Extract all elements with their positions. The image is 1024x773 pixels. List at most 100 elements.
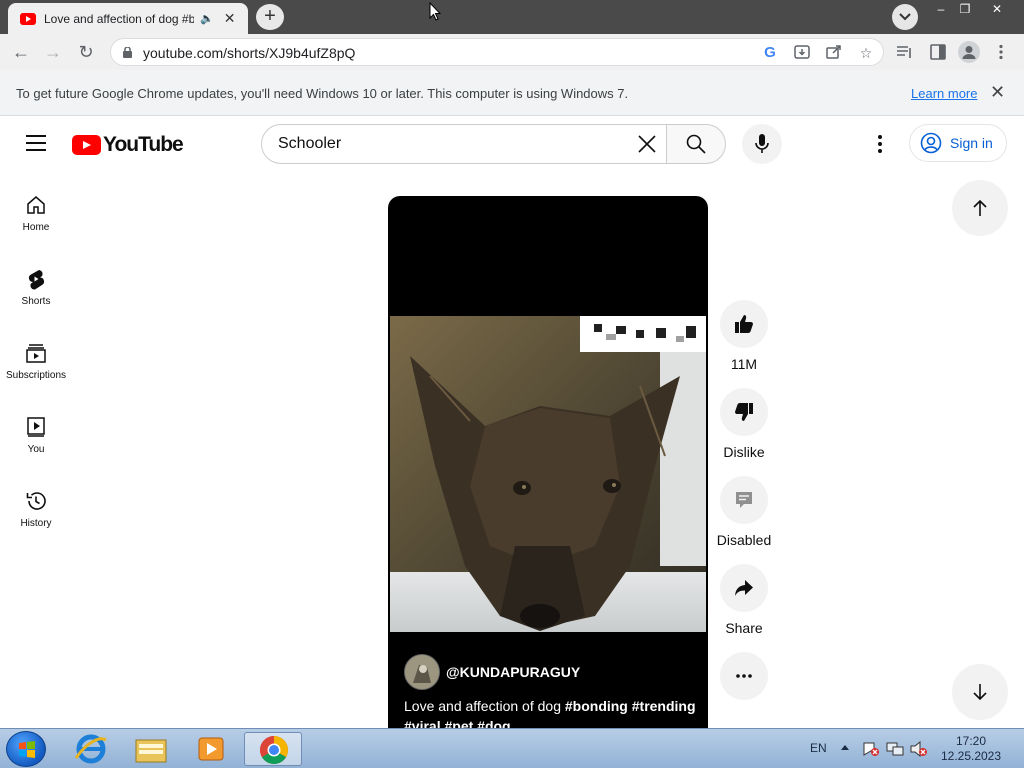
guide-label: Shorts <box>21 296 51 307</box>
back-button[interactable]: ← <box>10 41 32 63</box>
restore-button[interactable]: ❐ <box>952 0 978 18</box>
thumbs-up-icon <box>735 315 753 333</box>
tab-title: Love and affection of dog #bonding #tren… <box>44 11 194 26</box>
clock-time: 17:20 <box>955 734 987 748</box>
chevron-down-icon <box>899 13 911 21</box>
youtube-logo[interactable]: YouTube <box>72 133 184 157</box>
caption-text: Love and affection of dog <box>404 698 561 714</box>
more-actions-button[interactable] <box>716 652 772 700</box>
thumbs-down-icon <box>735 403 753 421</box>
share-label: Share <box>725 620 763 636</box>
start-button[interactable] <box>6 731 46 767</box>
address-bar[interactable]: youtube.com/shorts/XJ9b4ufZ8pQ G ☆ <box>110 38 884 66</box>
clear-search-icon[interactable] <box>636 133 658 155</box>
hashtags-line2[interactable]: #viral #pet #dog <box>404 718 511 728</box>
comments-icon <box>736 492 752 508</box>
like-count: 11M <box>730 356 758 372</box>
browser-toolbar: ← → ↻ youtube.com/shorts/XJ9b4ufZ8pQ G ☆ <box>0 34 1024 70</box>
dislike-button[interactable]: Dislike <box>716 388 772 460</box>
windows-taskbar: EN 17:20 12.25.2023 <box>0 728 1024 768</box>
voice-search-button[interactable] <box>742 124 782 164</box>
short-caption[interactable]: Love and affection of dog #bonding #tren… <box>404 696 700 728</box>
guide-label: Subscriptions <box>5 370 67 381</box>
guide-label: History <box>20 518 52 529</box>
minimize-button[interactable]: – <box>928 0 954 18</box>
more-circle[interactable] <box>720 652 768 700</box>
lock-icon[interactable] <box>123 47 132 58</box>
home-icon <box>27 196 45 214</box>
dislike-circle[interactable] <box>720 388 768 436</box>
file-explorer-icon[interactable] <box>122 732 180 766</box>
window-close-button[interactable]: ✕ <box>984 0 1010 18</box>
guide-item-history[interactable]: History <box>0 490 72 554</box>
channel-info[interactable]: @KUNDAPURAGUY <box>404 654 580 690</box>
comments-circle[interactable] <box>720 476 768 524</box>
show-hidden-icons-icon[interactable] <box>840 743 850 751</box>
browser-tab[interactable]: Love and affection of dog #bonding #tren… <box>8 3 248 34</box>
share-icon[interactable] <box>825 44 843 62</box>
search-input[interactable]: Schooler <box>261 124 667 164</box>
guide-item-you[interactable]: You <box>0 416 72 480</box>
url-text[interactable]: youtube.com/shorts/XJ9b4ufZ8pQ <box>143 45 355 61</box>
sign-in-button[interactable]: Sign in <box>909 124 1007 162</box>
menu-hamburger-icon[interactable] <box>26 135 46 151</box>
microphone-icon <box>755 134 769 153</box>
forward-button[interactable]: → <box>42 41 64 63</box>
settings-more-icon[interactable] <box>870 133 890 155</box>
account-circle-icon <box>920 132 942 154</box>
you-icon <box>27 417 45 437</box>
hashtags-line1[interactable]: #bonding #trending <box>565 698 696 714</box>
install-icon[interactable] <box>793 44 811 62</box>
new-tab-button[interactable]: + <box>256 4 284 30</box>
guide-item-home[interactable]: Home <box>0 194 72 258</box>
clock-date: 12.25.2023 <box>940 749 1002 763</box>
shorts-player[interactable]: @KUNDAPURAGUY Love and affection of dog … <box>388 196 708 728</box>
like-button[interactable]: 11M <box>716 300 772 372</box>
side-panel-icon[interactable] <box>930 44 946 60</box>
guide-item-shorts[interactable]: Shorts <box>0 268 72 332</box>
update-infobar: To get future Google Chrome updates, you… <box>0 70 1024 116</box>
infobar-close-button[interactable]: ✕ <box>990 82 1005 103</box>
system-clock[interactable]: 17:20 12.25.2023 <box>936 734 1006 764</box>
share-button[interactable]: Share <box>716 564 772 636</box>
media-player-icon[interactable] <box>182 732 240 766</box>
comments-label: Disabled <box>716 532 772 548</box>
share-circle[interactable] <box>720 564 768 612</box>
windows-logo-icon <box>19 741 35 758</box>
google-lens-icon[interactable]: G <box>761 44 779 62</box>
speaker-icon[interactable]: 🔈 <box>200 12 214 25</box>
chrome-menu-icon[interactable] <box>998 44 1004 60</box>
dislike-label: Dislike <box>723 444 765 460</box>
search-query-text: Schooler <box>278 135 342 152</box>
comments-button[interactable]: Disabled <box>716 476 772 548</box>
subscriptions-icon <box>26 344 46 363</box>
reading-list-icon[interactable] <box>896 44 914 60</box>
channel-name[interactable]: @KUNDAPURAGUY <box>446 664 580 680</box>
tab-close-button[interactable]: ✕ <box>224 10 236 27</box>
tab-search-button[interactable] <box>892 4 918 30</box>
like-circle[interactable] <box>720 300 768 348</box>
bookmark-star-icon[interactable]: ☆ <box>857 44 875 62</box>
volume-muted-icon[interactable] <box>910 741 928 757</box>
next-short-button[interactable] <box>952 664 1008 720</box>
search-button[interactable] <box>666 124 726 164</box>
history-icon <box>26 492 46 510</box>
action-center-icon[interactable] <box>862 741 880 757</box>
learn-more-link[interactable]: Learn more <box>911 86 977 101</box>
chrome-icon[interactable] <box>244 732 302 766</box>
internet-explorer-icon[interactable] <box>62 732 120 766</box>
share-icon <box>735 580 753 596</box>
youtube-play-icon <box>72 135 101 155</box>
language-indicator[interactable]: EN <box>810 741 827 755</box>
guide-label: Home <box>22 222 50 233</box>
avatar[interactable] <box>404 654 440 690</box>
sign-in-label: Sign in <box>950 135 993 151</box>
video-frame-dog[interactable] <box>390 316 706 632</box>
profile-icon[interactable] <box>958 41 980 63</box>
shorts-icon <box>28 270 45 290</box>
youtube-masthead: YouTube Schooler Sign in <box>0 116 1024 172</box>
reload-button[interactable]: ↻ <box>75 41 97 63</box>
network-icon[interactable] <box>886 741 904 757</box>
guide-item-subscriptions[interactable]: Subscriptions <box>0 342 72 406</box>
previous-short-button[interactable] <box>952 180 1008 236</box>
